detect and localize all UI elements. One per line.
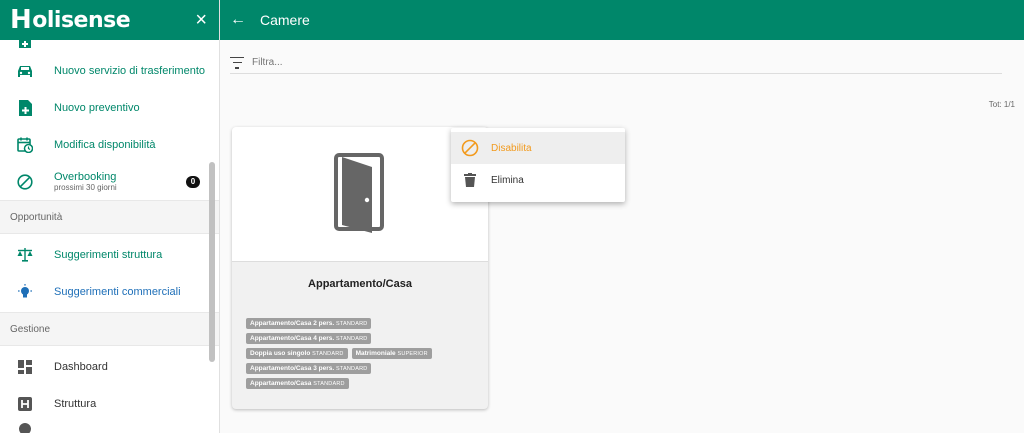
app: Holisense × Nuovo servizio di trasferime… [0, 0, 1024, 433]
room-tag: Doppia uso singolo STANDARD [246, 348, 348, 359]
sidebar-item-partial-bottom[interactable] [0, 420, 219, 433]
room-tag: Appartamento/Casa 3 pers. STANDARD [246, 363, 372, 374]
sidebar-item-label: Nuovo preventivo [54, 101, 140, 114]
file-plus-icon [16, 40, 34, 50]
sidebar-item-label: Suggerimenti commerciali [54, 285, 181, 298]
hotel-h-icon [16, 395, 34, 413]
menu-item-elimina[interactable]: Elimina [451, 164, 625, 196]
sidebar-item-overbooking[interactable]: Overbooking prossimi 30 giorni 0 [0, 163, 219, 200]
sidebar-item-modifica-disponibilita[interactable]: Modifica disponibilità [0, 126, 219, 163]
sidebar-header: Holisense × [0, 0, 219, 40]
sidebar-item-partial[interactable] [0, 40, 219, 50]
sidebar-item-suggerimenti-commerciali[interactable]: Suggerimenti commerciali [0, 273, 219, 310]
car-icon [16, 62, 34, 80]
block-icon [16, 173, 34, 191]
sidebar-item-struttura[interactable]: Struttura [0, 385, 219, 422]
file-plus-icon [16, 99, 34, 117]
room-tag: Appartamento/Casa STANDARD [246, 378, 349, 389]
section-gestione: Gestione [0, 312, 219, 346]
back-arrow-icon[interactable]: ← [230, 11, 246, 29]
room-title: Appartamento/Casa [308, 278, 412, 290]
room-card[interactable]: Appartamento/Casa Appartamento/Casa 2 pe… [232, 127, 488, 409]
sidebar-item-suggerimenti-struttura[interactable]: Suggerimenti struttura [0, 236, 219, 273]
sidebar-scrollbar[interactable] [209, 162, 215, 362]
room-tag: Appartamento/Casa 2 pers. STANDARD [246, 318, 372, 329]
room-tags: Appartamento/Casa 2 pers. STANDARD Appar… [232, 290, 488, 393]
filter-icon[interactable] [230, 56, 244, 69]
overbooking-count-badge: 0 [186, 175, 200, 188]
page-title: Camere [260, 12, 310, 28]
sidebar-item-label: Nuovo servizio di trasferimento [54, 64, 206, 77]
menu-item-label: Elimina [491, 174, 524, 186]
room-tag: Matrimoniale SUPERIOR [351, 348, 432, 359]
sidebar-item-label: Struttura [54, 397, 97, 410]
menu-item-label: Disabilita [491, 142, 532, 154]
calendar-clock-icon [16, 136, 34, 154]
sidebar-item-label: Dashboard [54, 360, 108, 373]
context-menu: Disabilita Elimina [451, 128, 625, 202]
menu-item-disabilita[interactable]: Disabilita [451, 132, 625, 164]
sidebar-item-dashboard[interactable]: Dashboard [0, 348, 219, 385]
sidebar-item-sublabel: prossimi 30 giorni [54, 183, 117, 192]
topbar: ← Camere [220, 0, 1024, 40]
overbooking-text: Overbooking prossimi 30 giorni [54, 171, 117, 192]
sidebar-item-label: Suggerimenti struttura [54, 248, 163, 261]
sidebar-item-label: Overbooking [54, 171, 117, 183]
partial-icon [16, 420, 34, 433]
trash-icon [461, 171, 479, 189]
total-count: Tot: 1/1 [988, 100, 1015, 109]
room-image [232, 127, 488, 262]
bulb-icon [16, 283, 34, 301]
sidebar-item-nuovo-trasferimento[interactable]: Nuovo servizio di trasferimento [0, 52, 219, 89]
section-opportunita: Opportunità [0, 200, 219, 234]
filter-row [230, 52, 1002, 74]
sidebar: Holisense × Nuovo servizio di trasferime… [0, 0, 220, 433]
logo[interactable]: Holisense [10, 5, 131, 35]
sidebar-item-nuovo-preventivo[interactable]: Nuovo preventivo [0, 89, 219, 126]
scale-icon [16, 246, 34, 264]
sidebar-menu[interactable]: Nuovo servizio di trasferimento Nuovo pr… [0, 40, 219, 433]
door-icon [334, 153, 384, 233]
filter-input[interactable] [252, 57, 952, 68]
block-icon [461, 139, 479, 157]
sidebar-item-label: Modifica disponibilità [54, 138, 156, 151]
room-tag: Appartamento/Casa 4 pers. STANDARD [246, 333, 372, 344]
dashboard-icon [16, 358, 34, 376]
close-icon[interactable]: × [195, 10, 207, 30]
